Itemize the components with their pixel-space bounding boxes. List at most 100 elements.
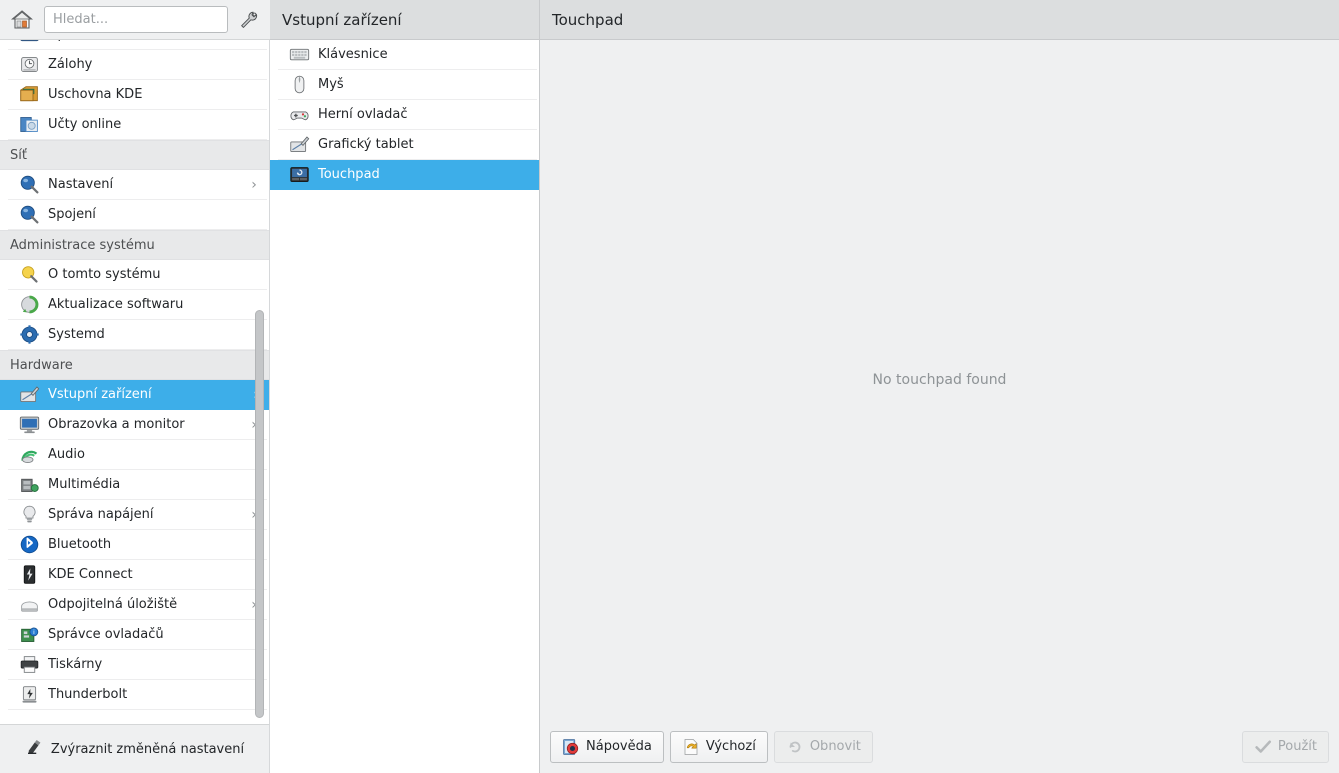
- sidebar-list: Úpravné rozvržení zařízení Zálohy Úschovna…: [0, 40, 269, 710]
- keyboard-icon: [288, 44, 310, 66]
- printer-icon: [18, 654, 40, 676]
- sidebar-item-audio[interactable]: Audio: [8, 440, 267, 470]
- reset-button[interactable]: Obnovit: [773, 730, 873, 763]
- display-icon: [18, 414, 40, 436]
- tablet-icon: [288, 134, 310, 156]
- sidebar-item-o-tomto-syst-mu[interactable]: O tomto systému: [8, 260, 267, 290]
- sidebar-item-systemd[interactable]: Systemd: [8, 320, 267, 350]
- input-devices-icon: [18, 384, 40, 406]
- sidebar-item-tisk-rny[interactable]: Tiskárny: [8, 650, 267, 680]
- sidebar-item-label: Systemd: [48, 327, 105, 342]
- reset-button-label: Obnovit: [809, 739, 861, 754]
- sidebar-item-odpojiteln-lo-i-t[interactable]: Odpojitelná úložiště ›: [8, 590, 267, 620]
- sidebar-item-pravn-rozvr-en-za-zen[interactable]: Úpravné rozvržení zařízení: [8, 40, 267, 50]
- multimedia-icon: [18, 474, 40, 496]
- module-item-my[interactable]: Myš: [278, 70, 537, 100]
- sidebar-scroll-area: Úpravné rozvržení zařízení Zálohy Úschovna…: [0, 40, 270, 724]
- online-accounts-icon: [18, 114, 40, 136]
- audio-icon: [18, 444, 40, 466]
- sidebar-item-label: KDE Connect: [48, 567, 133, 582]
- home-icon[interactable]: [8, 6, 36, 34]
- sidebar-item-ty-online[interactable]: Účty online: [8, 110, 267, 140]
- defaults-button[interactable]: Výchozí: [669, 730, 768, 763]
- sidebar-item-kde-connect[interactable]: KDE Connect: [8, 560, 267, 590]
- search-field-wrapper: [44, 6, 228, 33]
- module-item-label: Herní ovladač: [318, 107, 408, 122]
- module-item-label: Touchpad: [318, 167, 380, 182]
- apply-button-label: Použít: [1277, 739, 1317, 754]
- sidebar-toolbar: [0, 0, 270, 40]
- driver-manager-icon: i: [18, 624, 40, 646]
- sidebar-category-header: Hardware: [0, 350, 269, 380]
- sidebar-column: Úpravné rozvržení zařízení Zálohy Úschovna…: [0, 0, 270, 773]
- wallet-icon: [18, 84, 40, 106]
- sidebar-item-multim-dia[interactable]: Multimédia: [8, 470, 267, 500]
- sidebar-item-label: Správa napájení: [48, 507, 154, 522]
- sidebar-item-label: Nastavení: [48, 177, 114, 192]
- sidebar-item-label: Bluetooth: [48, 537, 112, 552]
- kde-connect-icon: [18, 564, 40, 586]
- module-item-touchpad[interactable]: Touchpad: [270, 160, 539, 190]
- page-title: Touchpad: [540, 0, 1339, 40]
- update-icon: [18, 294, 40, 316]
- defaults-button-label: Výchozí: [705, 739, 756, 754]
- empty-state-message: No touchpad found: [872, 372, 1007, 388]
- sidebar-item-label: Spojení: [48, 207, 96, 222]
- sidebar-item-thunderbolt[interactable]: Thunderbolt: [8, 680, 267, 710]
- default-icon: [682, 738, 700, 756]
- svg-text:i: i: [33, 629, 34, 636]
- sidebar-item-vstupn-za-zen[interactable]: Vstupní zařízení›: [0, 380, 269, 410]
- highlight-changed-settings-label: Zvýraznit změněná nastavení: [50, 741, 245, 757]
- apply-check-icon: [1254, 738, 1272, 756]
- sidebar-item-spr-vce-ovlada[interactable]: i Správce ovladačů: [8, 620, 267, 650]
- network-settings-icon: [18, 174, 40, 196]
- sidebar-item-label: Správce ovladačů: [48, 627, 164, 642]
- module-item-kl-vesnice[interactable]: Klávesnice: [278, 40, 537, 70]
- sidebar-scrollbar-thumb[interactable]: [255, 310, 264, 718]
- network-connect-icon: [18, 204, 40, 226]
- sidebar-item-label: Thunderbolt: [48, 687, 128, 702]
- sidebar-item-bluetooth[interactable]: Bluetooth: [8, 530, 267, 560]
- sidebar-scrollbar-track[interactable]: [253, 40, 266, 724]
- backup-icon: [18, 54, 40, 76]
- mouse-icon: [288, 74, 310, 96]
- module-list: Klávesnice Myš Herní ovladač Grafický table…: [270, 40, 539, 773]
- sidebar-item-label: Aktualizace softwaru: [48, 297, 184, 312]
- sidebar-category-header: Síť: [0, 140, 269, 170]
- sidebar-item-spojen[interactable]: Spojení: [8, 200, 267, 230]
- sidebar-item-z-lohy[interactable]: Zálohy: [8, 50, 267, 80]
- thunderbolt-icon: [18, 684, 40, 706]
- content-column: Touchpad No touchpad found Nápověda Vých…: [540, 0, 1339, 773]
- footer-toolbar: Nápověda Výchozí Obnovit Použít: [540, 720, 1339, 773]
- search-input[interactable]: [44, 6, 228, 33]
- sidebar-item-label: Odpojitelná úložiště: [48, 597, 178, 612]
- sidebar-item-label: Audio: [48, 447, 85, 462]
- content-body: No touchpad found: [540, 40, 1339, 720]
- sidebar-item-label: Úschovna KDE: [48, 87, 143, 102]
- sidebar-item-schovna-kde[interactable]: Úschovna KDE: [8, 80, 267, 110]
- apply-button[interactable]: Použít: [1241, 730, 1329, 763]
- help-button[interactable]: Nápověda: [550, 730, 664, 763]
- gamepad-icon: [288, 104, 310, 126]
- wrench-icon[interactable]: [236, 7, 262, 33]
- sidebar-item-nastaven[interactable]: Nastavení ›: [8, 170, 267, 200]
- module-list-title: Vstupní zařízení: [270, 0, 539, 40]
- sidebar-item-spr-va-nap-jen[interactable]: Správa napájení ›: [8, 500, 267, 530]
- sidebar-item-label: Úpravné rozvržení zařízení: [48, 40, 247, 42]
- help-icon: [562, 738, 580, 756]
- module-item-label: Klávesnice: [318, 47, 388, 62]
- reset-icon: [786, 738, 804, 756]
- module-list-column: Vstupní zařízení Klávesnice Myš Herní ovla…: [270, 0, 540, 773]
- sidebar-item-label: Tiskárny: [48, 657, 103, 672]
- sidebar-item-obrazovka-a-monitor[interactable]: Obrazovka a monitor ›: [8, 410, 267, 440]
- sidebar-item-aktualizace-softwaru[interactable]: Aktualizace softwaru: [8, 290, 267, 320]
- module-item-hern-ovlada[interactable]: Herní ovladač: [278, 100, 537, 130]
- sidebar-item-label: Multimédia: [48, 477, 121, 492]
- bluetooth-icon: [18, 534, 40, 556]
- module-item-grafick-tablet[interactable]: Grafický tablet: [278, 130, 537, 160]
- highlighter-icon: [25, 738, 43, 760]
- systemd-gear-icon: [18, 324, 40, 346]
- touchpad-icon: [288, 164, 310, 186]
- module-item-label: Grafický tablet: [318, 137, 414, 152]
- highlight-changed-settings-button[interactable]: Zvýraznit změněná nastavení: [0, 724, 270, 773]
